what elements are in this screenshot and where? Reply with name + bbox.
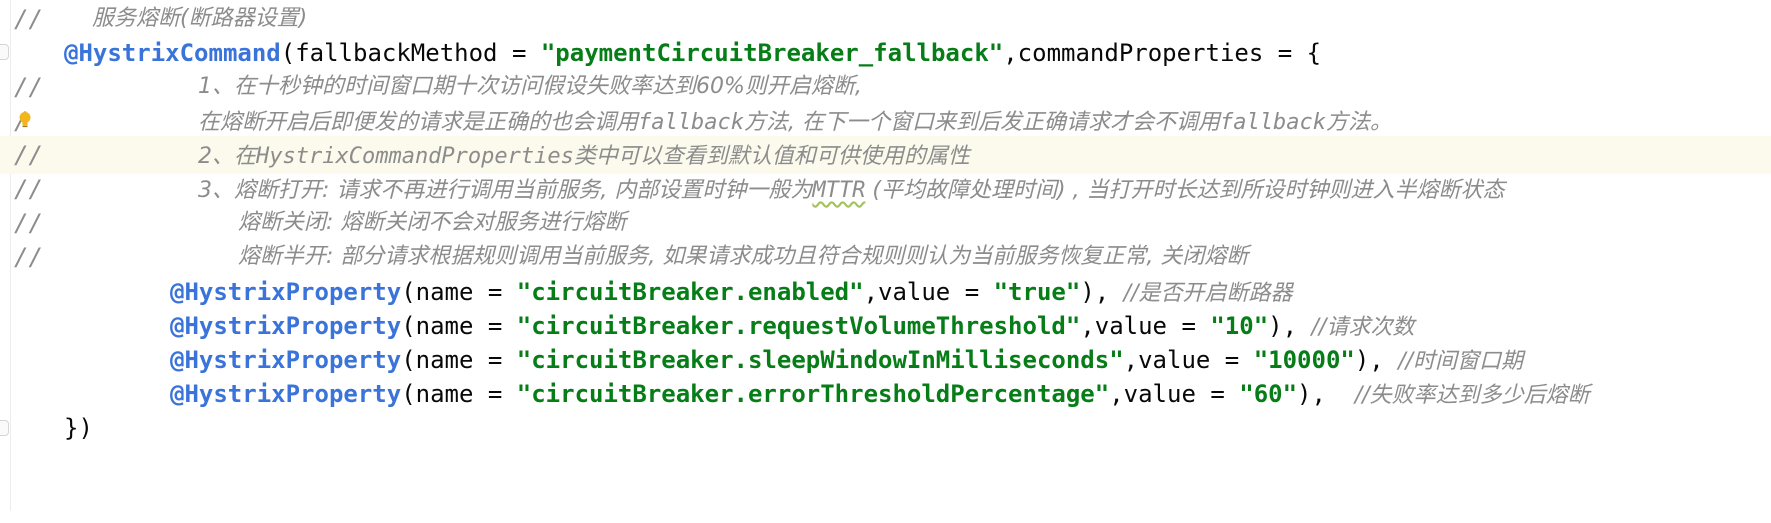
comment-text: 服务熔断(断路器设置)	[92, 6, 308, 31]
comment-fragment: HystrixCommandProperties	[256, 144, 574, 169]
code-fragment: ),	[1297, 380, 1355, 408]
annotation-name: @HystrixProperty	[170, 380, 402, 408]
annotation-name: @HystrixCommand	[64, 39, 281, 67]
code-line-hystrix-property[interactable]: @HystrixProperty(name = "circuitBreaker.…	[0, 375, 1771, 413]
comment-fragment: 在熔断开启后即便发的请求是正确的也会调用	[198, 110, 639, 135]
comment-marker: //	[14, 209, 43, 237]
code-fragment: ,value =	[1080, 312, 1211, 340]
comment-text: 1、在十秒钟的时间窗口期十次访问假设失败率达到60%则开启熔断,	[198, 74, 862, 99]
code-line-comment[interactable]: // 熔断关闭: 熔断关闭不会对服务进行熔断	[0, 204, 1771, 242]
annotation-name: @HystrixProperty	[170, 346, 402, 374]
comment-marker: //	[14, 175, 43, 203]
comment-fragment: (平均故障处理时间) , 当打开时长达到所设时钟则进入半熔断状态	[865, 178, 1505, 203]
comment-marker: //	[14, 73, 43, 101]
comment-fragment: fallback	[1219, 110, 1326, 135]
code-fragment: ,commandProperties = {	[1003, 39, 1322, 67]
annotation-name: @HystrixProperty	[170, 278, 402, 306]
string-literal: "circuitBreaker.sleepWindowInMillisecond…	[516, 346, 1124, 374]
comment-fragment: 方法。	[1325, 110, 1392, 135]
string-literal: "circuitBreaker.requestVolumeThreshold"	[516, 312, 1081, 340]
comment-fragment: 3、熔断打开: 请求不再进行调用当前服务, 内部设置时钟一般为	[198, 178, 813, 203]
trailing-comment: //是否开启断路器	[1123, 281, 1293, 306]
string-literal: "true"	[993, 278, 1081, 306]
comment-fragment: 2、在	[198, 144, 256, 169]
trailing-comment: //失败率达到多少后熔断	[1354, 383, 1590, 408]
code-line-closing[interactable]: })	[0, 409, 1771, 447]
comment-marker: //	[14, 5, 43, 33]
typo-warning-word[interactable]: MTTR	[812, 178, 865, 203]
code-line-hystrix-property[interactable]: @HystrixProperty(name = "circuitBreaker.…	[0, 341, 1771, 379]
lightbulb-icon[interactable]	[18, 111, 32, 129]
code-fragment: (name =	[401, 278, 517, 306]
trailing-comment: //请求次数	[1311, 315, 1415, 340]
string-literal: "paymentCircuitBreaker_fallback"	[540, 39, 1004, 67]
code-line-comment[interactable]: // 熔断半开: 部分请求根据规则调用当前服务, 如果请求成功且符合规则则认为当…	[0, 238, 1771, 276]
string-literal: "10"	[1210, 312, 1269, 340]
comment-fragment: 方法, 在下一个窗口来到后发正确请求才会不调用	[743, 110, 1220, 135]
string-literal: "10000"	[1253, 346, 1355, 374]
code-fragment: ),	[1268, 312, 1312, 340]
code-line-comment[interactable]: // 服务熔断(断路器设置)	[0, 0, 1771, 38]
comment-text: 熔断关闭: 熔断关闭不会对服务进行熔断	[238, 210, 627, 235]
code-line-comment[interactable]: // 3、熔断打开: 请求不再进行调用当前服务, 内部设置时钟一般为MTTR (…	[0, 170, 1771, 208]
code-fragment: ,value =	[863, 278, 994, 306]
code-fragment: ,value =	[1123, 346, 1254, 374]
code-line-hystrix-property[interactable]: @HystrixProperty(name = "circuitBreaker.…	[0, 307, 1771, 345]
comment-fragment: 类中可以查看到默认值和可供使用的属性	[573, 144, 970, 169]
code-line-hystrix-property[interactable]: @HystrixProperty(name = "circuitBreaker.…	[0, 273, 1771, 311]
code-fragment: ),	[1080, 278, 1124, 306]
comment-text: 熔断半开: 部分请求根据规则调用当前服务, 如果请求成功且符合规则则认为当前服务…	[238, 244, 1249, 269]
comment-fragment: fallback	[638, 110, 744, 135]
code-fragment: ),	[1354, 346, 1399, 374]
string-literal: "circuitBreaker.errorThresholdPercentage…	[516, 380, 1110, 408]
code-line-hystrix-command[interactable]: @HystrixCommand(fallbackMethod = "paymen…	[0, 34, 1771, 72]
annotation-name: @HystrixProperty	[170, 312, 402, 340]
code-text: })	[64, 414, 93, 442]
code-editor[interactable]: // 服务熔断(断路器设置) @HystrixCommand(fallbackM…	[0, 0, 1771, 511]
code-fragment: (name =	[401, 346, 517, 374]
trailing-comment: //时间窗口期	[1398, 349, 1524, 374]
code-fragment: (name =	[401, 380, 517, 408]
string-literal: "60"	[1239, 380, 1298, 408]
code-line-comment[interactable]: // 1、在十秒钟的时间窗口期十次访问假设失败率达到60%则开启熔断,	[0, 68, 1771, 106]
string-literal: "circuitBreaker.enabled"	[516, 278, 864, 306]
code-text: @HystrixCommand(fallbackMethod = "paymen…	[64, 34, 1321, 72]
comment-marker: //	[14, 141, 43, 169]
code-line-comment[interactable]: / 在熔断开启后即便发的请求是正确的也会调用fallback方法, 在下一个窗口…	[0, 102, 1771, 140]
code-fragment: ,value =	[1109, 380, 1240, 408]
comment-marker: //	[14, 243, 43, 271]
code-fragment: (fallbackMethod =	[280, 39, 541, 67]
code-line-current[interactable]: // 2、在HystrixCommandProperties类中可以查看到默认值…	[0, 136, 1771, 174]
code-fragment: (name =	[401, 312, 517, 340]
